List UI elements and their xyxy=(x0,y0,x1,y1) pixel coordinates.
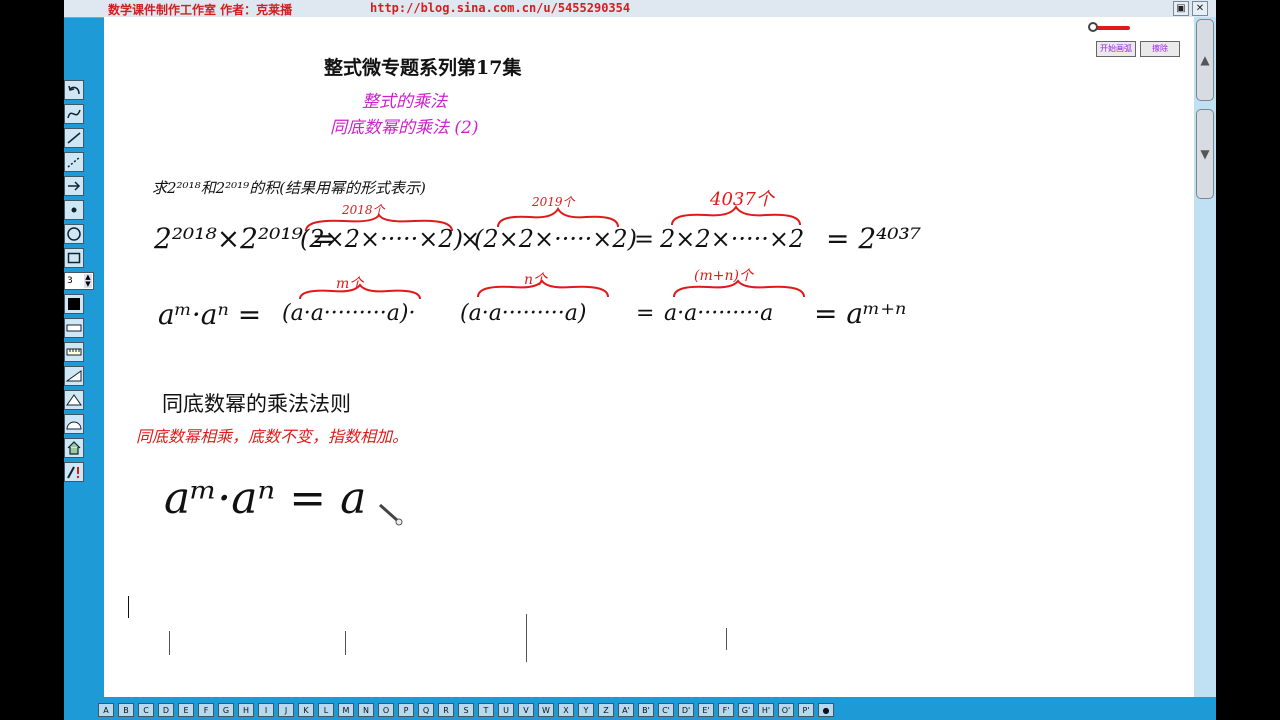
stray-mark xyxy=(726,628,727,650)
brace-3-icon xyxy=(671,205,801,226)
eq1-result: = 2⁴⁰³⁷ xyxy=(826,222,922,255)
letter-key[interactable]: P xyxy=(398,703,414,717)
rule-text: 同底数幂相乘，底数不变，指数相加。 xyxy=(136,427,409,446)
stray-mark xyxy=(169,631,170,655)
eq1-group3: 2×2×·····×2 xyxy=(660,225,805,253)
letter-key[interactable]: R xyxy=(438,703,454,717)
eq2-group2: (a·a·········a) xyxy=(460,301,587,326)
clear-button[interactable]: 擦除 xyxy=(1140,41,1180,57)
letter-key[interactable]: F xyxy=(198,703,214,717)
letter-key[interactable]: P' xyxy=(798,703,814,717)
whiteboard-canvas[interactable]: 开始画弧 擦除 整式微专题系列第17集 整式的乘法 同底数幂的乘法 (2) 求2… xyxy=(104,17,1194,697)
arrow-icon[interactable] xyxy=(64,176,84,196)
subtopic-title: 同底数幂的乘法 (2) xyxy=(330,118,479,138)
letter-key[interactable]: A xyxy=(98,703,114,717)
protractor-icon[interactable] xyxy=(64,414,84,434)
eq1-group1: (2×2×·····×2) xyxy=(300,225,464,253)
letter-key[interactable]: O xyxy=(378,703,394,717)
text-caret xyxy=(128,596,129,618)
spinner-arrows-icon[interactable]: ▲ ▼ xyxy=(84,274,92,288)
point-icon[interactable] xyxy=(64,200,84,220)
letter-key[interactable]: Q xyxy=(418,703,434,717)
letter-key[interactable]: G' xyxy=(738,703,754,717)
scroll-up-icon[interactable]: ▲ xyxy=(1196,19,1214,101)
letter-key[interactable]: E xyxy=(178,703,194,717)
rule-formula: aᵐ·aⁿ = a xyxy=(164,473,367,524)
letter-key[interactable]: S xyxy=(458,703,474,717)
letter-key[interactable]: K xyxy=(298,703,314,717)
letter-key[interactable]: J xyxy=(278,703,294,717)
line-width-spinner[interactable]: 3 ▲ ▼ xyxy=(64,272,94,290)
home-icon[interactable] xyxy=(64,438,84,458)
eq2-group3: a·a·········a xyxy=(664,301,774,326)
letter-key[interactable]: N xyxy=(358,703,374,717)
dashed-line-icon[interactable] xyxy=(64,152,84,172)
ruler-icon[interactable] xyxy=(64,318,84,338)
triangle-icon[interactable] xyxy=(64,390,84,410)
letter-key[interactable]: X xyxy=(558,703,574,717)
topic-title: 整式的乘法 xyxy=(362,92,447,112)
letter-label-bar: A B C D E F G H I J K L M N O P Q R S T … xyxy=(98,703,838,719)
letter-key[interactable]: G xyxy=(218,703,234,717)
letter-key[interactable]: O' xyxy=(778,703,794,717)
letter-key[interactable]: B' xyxy=(638,703,654,717)
stray-mark xyxy=(526,614,527,662)
rectangle-icon[interactable] xyxy=(64,248,84,268)
title-bar: 数学课件制作工作室 作者：克莱播 http://blog.sina.com.cn… xyxy=(64,0,1216,18)
author-credit: 数学课件制作工作室 作者：克莱播 xyxy=(108,3,293,17)
letter-key[interactable]: U xyxy=(498,703,514,717)
slider-knob-icon[interactable] xyxy=(1088,22,1098,32)
letter-key[interactable]: Y xyxy=(578,703,594,717)
color-swatch-icon[interactable] xyxy=(64,294,84,314)
eq2-equals: = xyxy=(636,301,655,326)
letter-key[interactable]: M xyxy=(338,703,354,717)
set-square-icon[interactable] xyxy=(64,366,84,386)
letter-key[interactable]: Z xyxy=(598,703,614,717)
letter-key[interactable]: H' xyxy=(758,703,774,717)
letter-key[interactable]: W xyxy=(538,703,554,717)
tool-palette: 3 ▲ ▼ xyxy=(64,80,94,486)
letter-key[interactable]: L xyxy=(318,703,334,717)
start-arc-button[interactable]: 开始画弧 xyxy=(1096,41,1136,57)
series-title: 整式微专题系列第17集 xyxy=(324,57,522,79)
letter-key[interactable]: A' xyxy=(618,703,634,717)
letter-key[interactable]: C' xyxy=(658,703,674,717)
brace-6-icon xyxy=(673,279,805,298)
vertical-scrollbar[interactable]: ▲ ▼ xyxy=(1194,17,1216,697)
letter-key[interactable]: C xyxy=(138,703,154,717)
dot-key-icon[interactable]: ● xyxy=(818,703,834,717)
letter-key[interactable]: T xyxy=(478,703,494,717)
stray-mark xyxy=(345,631,346,655)
problem-statement: 求2²⁰¹⁸和2²⁰¹⁹的积(结果用幂的形式表示) xyxy=(152,179,426,197)
line-icon[interactable] xyxy=(64,128,84,148)
line-width-value: 3 xyxy=(67,276,73,286)
pen-cursor-icon xyxy=(379,503,403,526)
letter-key[interactable]: E' xyxy=(698,703,714,717)
app-frame: 数学课件制作工作室 作者：克莱播 http://blog.sina.com.cn… xyxy=(64,0,1216,720)
letter-key[interactable]: B xyxy=(118,703,134,717)
letter-key[interactable]: D xyxy=(158,703,174,717)
close-icon[interactable]: ✕ xyxy=(1192,1,1208,16)
circle-icon[interactable] xyxy=(64,224,84,244)
letter-key[interactable]: V xyxy=(518,703,534,717)
letter-key[interactable]: H xyxy=(238,703,254,717)
eq2-lhs: aᵐ·aⁿ = xyxy=(158,298,262,331)
eq2-result: = aᵐ⁺ⁿ xyxy=(814,297,907,330)
rule-heading: 同底数幂的乘法法则 xyxy=(162,393,351,416)
letter-key[interactable]: D' xyxy=(678,703,694,717)
scroll-down-icon[interactable]: ▼ xyxy=(1196,109,1214,199)
blog-url[interactable]: http://blog.sina.com.cn/u/5455290354 xyxy=(370,1,630,15)
undo-icon[interactable] xyxy=(64,80,84,100)
letter-key[interactable]: F' xyxy=(718,703,734,717)
brace-4-icon xyxy=(299,283,421,300)
letter-key[interactable]: I xyxy=(258,703,274,717)
eq2-group1: (a·a·········a)· xyxy=(282,301,416,326)
curve-icon[interactable] xyxy=(64,104,84,124)
pen-eraser-icon[interactable] xyxy=(64,462,84,482)
restore-icon[interactable]: ▣ xyxy=(1173,1,1189,16)
ruler-scale-icon[interactable] xyxy=(64,342,84,362)
brace-5-icon xyxy=(477,279,609,298)
eq1-equals: = xyxy=(634,225,655,253)
eq1-group2: (2×2×·····×2) xyxy=(474,225,638,253)
